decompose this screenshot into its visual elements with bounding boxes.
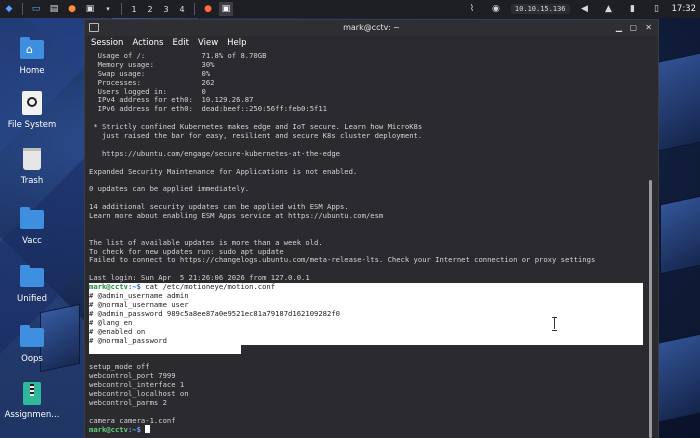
desktop-icon-label: Home (19, 66, 45, 76)
selected-line: # @enabled on (89, 327, 645, 337)
panel-separator (22, 3, 23, 15)
workspace-3[interactable]: 3 (158, 5, 174, 14)
config-line: webcontrol_parms 2 (89, 397, 167, 407)
file-manager-icon[interactable]: ▤ (47, 2, 61, 16)
scrollbar-thumb[interactable] (649, 180, 652, 438)
vpn-icon[interactable]: ◉ (489, 2, 503, 16)
desktop-icon-assignment[interactable]: Assignmen... (0, 380, 64, 420)
motd-line: 0 updates can be applied immediately. (89, 184, 250, 194)
prompt-user: mark@cctv (89, 282, 128, 292)
terminal-window-icon[interactable]: ▣ (219, 2, 233, 16)
workspace-4[interactable]: 4 (174, 5, 190, 14)
motd-line: just raised the bar for easy, resilient … (89, 131, 423, 141)
ip-address: 10.10.15.136 (510, 4, 570, 14)
folder-icon (19, 324, 45, 350)
close-icon[interactable]: ✕ (645, 23, 652, 32)
desktop-icon-trash[interactable]: Trash (0, 146, 64, 186)
folder-icon (19, 206, 45, 232)
prompt-user: mark@cctv (89, 425, 128, 435)
terminal-output[interactable]: Usage of /: 71.8% of 8.70GB Memory usage… (85, 50, 645, 438)
desktop-icon-home[interactable]: ⌂ Home (0, 36, 64, 76)
battery-icon[interactable]: ▯ (650, 2, 664, 16)
desktop-icon-file-system[interactable]: File System (0, 90, 64, 130)
desktop-icon-vacc[interactable]: Vacc (0, 206, 64, 246)
window-titlebar[interactable]: mark@cctv: ~ ▁ ▢ ✕ (85, 20, 658, 36)
terminal-window[interactable]: mark@cctv: ~ ▁ ▢ ✕ Session Actions Edit … (84, 19, 659, 438)
speaker-icon[interactable]: ◀ (578, 2, 592, 16)
active-prompt[interactable]: mark@cctv:~$ (89, 425, 645, 434)
motd-line: https://ubuntu.com/engage/secure-kuberne… (89, 148, 340, 158)
desktop-icon-label: Vacc (22, 236, 42, 246)
panel-separator (121, 3, 122, 15)
motd-line: Learn more about enabling ESM Apps servi… (89, 211, 384, 221)
desktop-icon-label: Unified (17, 294, 47, 304)
folder-icon (19, 264, 45, 290)
config-line: camera camera-1.conf (89, 415, 176, 425)
selected-line (89, 345, 241, 355)
prompt-path: :~$ (127, 425, 141, 435)
zip-archive-icon (19, 380, 45, 406)
selected-line: # @normal_password (89, 336, 645, 346)
menu-view[interactable]: View (198, 38, 218, 48)
config-line: webcontrol_localhost on (89, 388, 189, 398)
menu-help[interactable]: Help (227, 38, 246, 48)
desktop-icon-label: Assignmen... (4, 410, 60, 420)
motd-line: IPv6 address for eth0: dead:beef::250:56… (89, 104, 327, 114)
panel-separator (194, 3, 195, 15)
config-output: setup_mode off webcontrol_port 7999 webc… (89, 354, 645, 425)
desktop-icon-oops[interactable]: Oops (0, 324, 64, 364)
clock: 17:32 (671, 4, 697, 14)
show-desktop-icon[interactable]: ▭ (29, 2, 43, 16)
menu-actions[interactable]: Actions (132, 38, 163, 48)
prompt-path: :~$ (127, 282, 141, 292)
workspace-1[interactable]: 1 (126, 5, 142, 14)
ibeam-cursor-icon (552, 317, 557, 331)
lock-icon[interactable]: ▮ (626, 2, 640, 16)
trash-icon (19, 146, 45, 172)
drive-icon (19, 90, 45, 116)
config-line (89, 354, 645, 363)
workspace-2[interactable]: 2 (142, 5, 158, 14)
motd-line: Expanded Security Maintenance for Applic… (89, 166, 358, 176)
motd-line (89, 221, 645, 230)
selected-line: # @lang en (89, 318, 645, 328)
menu-bar: Session Actions Edit View Help (85, 36, 658, 50)
scrollbar[interactable] (643, 50, 658, 438)
network-monitor-icon[interactable]: ⌇ (465, 2, 479, 16)
system-tray: ⌇ ◉ 10.10.15.136 ◀ ▲ ▮ ▯ 17:32 (463, 0, 696, 18)
notification-bell-icon[interactable]: ▲ (602, 2, 616, 16)
selected-output: # @admin_username admin # @normal_userna… (89, 291, 645, 355)
minimize-icon[interactable]: ▁ (616, 23, 622, 32)
home-folder-icon: ⌂ (19, 36, 45, 62)
motd-line: Failed to connect to https://changelogs.… (89, 255, 596, 265)
motd-block: Usage of /: 71.8% of 8.70GB Memory usage… (89, 51, 645, 283)
menu-edit[interactable]: Edit (173, 38, 189, 48)
text-cursor (145, 425, 151, 434)
terminal-icon[interactable]: ▣ (83, 2, 97, 16)
window-title: mark@cctv: ~ (343, 23, 400, 32)
top-panel: ◆ ▭ ▤ ● ▣ ▾ 1 2 3 4 ● ▣ ⌇ ◉ 10.10.15.136… (0, 0, 700, 18)
desktop-icon-unified[interactable]: Unified (0, 264, 64, 304)
desktop-icon-label: File System (7, 120, 57, 130)
command-text: cat /etc/motioneye/motion.conf (140, 282, 276, 292)
firefox-window-icon[interactable]: ● (201, 2, 215, 16)
maximize-icon[interactable]: ▢ (629, 23, 637, 32)
chevron-down-icon[interactable]: ▾ (101, 2, 115, 16)
firefox-icon[interactable]: ● (65, 2, 79, 16)
menu-session[interactable]: Session (91, 38, 123, 48)
desktop-icon-label: Oops (21, 354, 43, 364)
selected-line: # @admin_password 989c5a8ee87a0e9521ec81… (89, 309, 645, 319)
app-menu-icon[interactable]: ◆ (2, 2, 16, 16)
desktop-icon-label: Trash (20, 176, 44, 186)
